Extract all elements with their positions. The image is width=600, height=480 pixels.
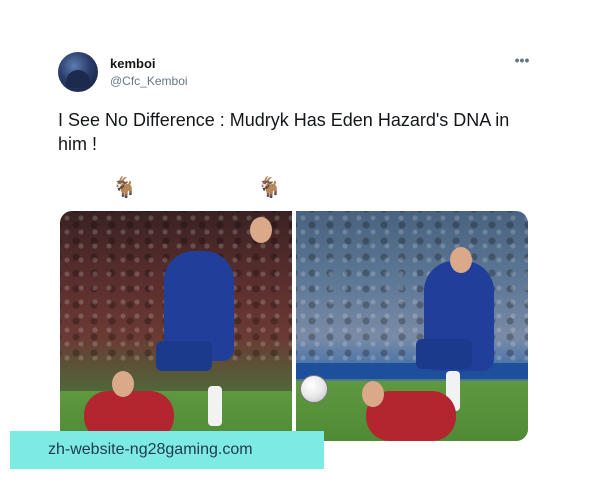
tweet-photo-left[interactable] [60, 211, 292, 441]
player-head [250, 217, 272, 243]
goat-emoji-left: 🐐 [112, 177, 137, 199]
goat-emoji-right: 🐐 [257, 177, 282, 199]
football [300, 375, 328, 403]
player-sock [208, 386, 222, 426]
tweet-text: I See No Difference : Mudryk Has Eden Ha… [58, 110, 510, 154]
more-options-icon[interactable]: ••• [512, 53, 532, 70]
player-shorts [416, 339, 472, 369]
user-handle[interactable]: @Cfc_Kemboi [110, 74, 188, 88]
player-head [450, 247, 472, 273]
player-head-red [362, 381, 384, 407]
display-name[interactable]: kemboi [110, 56, 156, 71]
player-shorts [156, 341, 212, 371]
ad-board [296, 363, 528, 379]
tweet-photo-right[interactable] [296, 211, 528, 441]
watermark-text: zh-website-ng28gaming.com [48, 441, 253, 458]
player-head-red [112, 371, 134, 397]
avatar[interactable] [58, 52, 98, 92]
